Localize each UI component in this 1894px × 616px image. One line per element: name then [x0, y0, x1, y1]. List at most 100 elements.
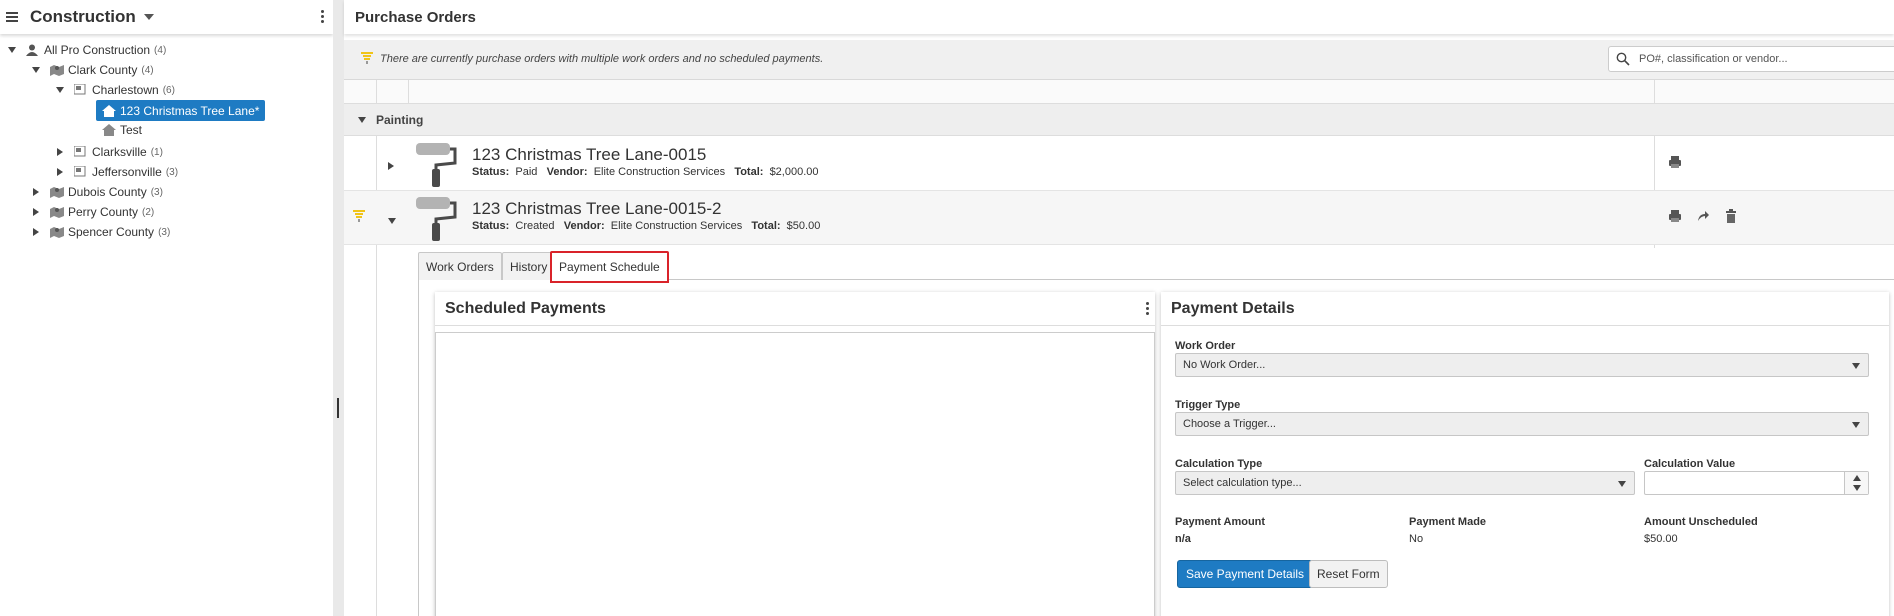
- tab-payment-schedule[interactable]: Payment Schedule: [550, 251, 669, 283]
- tree-node-jeffersonville[interactable]: Jeffersonville (3): [54, 162, 178, 182]
- total-label: Total:: [751, 220, 781, 232]
- tree-node-all-pro[interactable]: All Pro Construction (4): [6, 40, 166, 60]
- status-value: Created: [515, 220, 555, 232]
- payment-details-card: Payment Details Work Order No Work Order…: [1161, 292, 1889, 616]
- tree-node-charlestown[interactable]: Charlestown (6): [54, 80, 175, 100]
- select-value: Choose a Trigger...: [1183, 418, 1276, 430]
- collapse-toggle-icon[interactable]: [356, 116, 368, 123]
- sidebar-more-icon[interactable]: [321, 10, 325, 25]
- po-meta: Status: Paid Vendor: Elite Construction …: [472, 166, 819, 178]
- tree-node-label: Dubois County: [68, 185, 147, 199]
- tree-node-perry-county[interactable]: Perry County (2): [30, 202, 154, 222]
- card-title: Payment Details: [1171, 299, 1295, 317]
- number-spinner[interactable]: [1844, 472, 1868, 494]
- tab-panel: Scheduled Payments Payment Details Work …: [418, 280, 1894, 616]
- expand-toggle-icon[interactable]: [54, 148, 66, 156]
- expand-toggle-icon[interactable]: [30, 208, 42, 216]
- card-title: Scheduled Payments: [445, 299, 606, 317]
- house-icon: [102, 124, 116, 136]
- po-row[interactable]: 123 Christmas Tree Lane-0015 Status: Pai…: [344, 137, 1894, 191]
- collapse-row-icon[interactable]: [388, 213, 396, 227]
- splitter-grip-icon[interactable]: [337, 398, 339, 418]
- calculation-type-label: Calculation Type: [1175, 458, 1263, 470]
- search-box[interactable]: [1608, 46, 1894, 72]
- tree-node-label: Clarksville: [92, 145, 147, 159]
- reset-form-button[interactable]: Reset Form: [1309, 560, 1388, 588]
- payment-details-title: Payment Details: [1161, 292, 1889, 326]
- status-label: Status:: [472, 220, 510, 232]
- calculation-type-select[interactable]: Select calculation type...: [1175, 471, 1635, 495]
- scheduled-payments-title: Scheduled Payments: [435, 292, 1155, 326]
- collapse-toggle-icon[interactable]: [54, 87, 66, 93]
- collapse-toggle-icon[interactable]: [6, 47, 18, 53]
- payment-made-value: No: [1409, 533, 1424, 545]
- search-input[interactable]: [1639, 49, 1889, 69]
- lightbulb-icon: [352, 210, 366, 225]
- tree-node-label: Charlestown: [92, 83, 159, 97]
- tree-node-clarksville[interactable]: Clarksville (1): [54, 142, 163, 162]
- flag-icon: [73, 165, 88, 178]
- expand-toggle-icon[interactable]: [30, 188, 42, 196]
- collapse-toggle-icon[interactable]: [30, 67, 42, 73]
- tree-node-test[interactable]: Test: [102, 120, 142, 140]
- dropdown-caret-icon: [1852, 422, 1860, 428]
- grid-header: [344, 80, 1894, 104]
- sidebar-title[interactable]: Construction: [30, 7, 136, 27]
- tree-node-spencer-county[interactable]: Spencer County (3): [30, 222, 170, 242]
- po-row[interactable]: 123 Christmas Tree Lane-0015-2 Status: C…: [344, 191, 1894, 245]
- trash-icon[interactable]: [1724, 209, 1740, 225]
- more-options-icon[interactable]: [1146, 302, 1149, 317]
- print-icon[interactable]: [1668, 209, 1684, 225]
- tree-node-christmas-tree-lane[interactable]: 123 Christmas Tree Lane*: [96, 100, 266, 121]
- status-value: Paid: [515, 166, 538, 178]
- person-icon: [26, 44, 40, 56]
- vendor-value: Elite Construction Services: [610, 220, 743, 232]
- tab-bar: Work Orders History Payment Schedule: [418, 251, 1894, 283]
- notice-text: There are currently purchase orders with…: [380, 53, 824, 65]
- main-panel: Purchase Orders There are currently purc…: [344, 0, 1894, 616]
- lightbulb-icon: [360, 52, 374, 67]
- tree-node-count: (6): [162, 84, 175, 96]
- group-row-painting[interactable]: Painting: [344, 104, 1894, 136]
- page-title: Purchase Orders: [344, 0, 1894, 34]
- tree-node-label: 123 Christmas Tree Lane*: [120, 103, 260, 118]
- spin-up-icon[interactable]: [1853, 475, 1861, 481]
- expand-toggle-icon[interactable]: [30, 228, 42, 236]
- flag-icon: [73, 83, 88, 96]
- trigger-type-select[interactable]: Choose a Trigger...: [1175, 412, 1869, 436]
- po-meta: Status: Created Vendor: Elite Constructi…: [472, 220, 820, 232]
- po-name[interactable]: 123 Christmas Tree Lane-0015: [472, 145, 706, 165]
- share-icon[interactable]: [1696, 209, 1712, 225]
- tree-node-dubois-county[interactable]: Dubois County (3): [30, 182, 163, 202]
- caret-down-icon[interactable]: [143, 14, 154, 20]
- work-order-label: Work Order: [1175, 340, 1236, 352]
- tab-history[interactable]: History: [502, 252, 556, 280]
- tree-node-label: Jeffersonville: [92, 165, 162, 179]
- tree-node-label: Perry County: [68, 205, 139, 219]
- tree-node-count: (4): [154, 44, 167, 56]
- column-divider: [408, 80, 409, 104]
- paint-roller-icon: [416, 143, 458, 187]
- pane-splitter[interactable]: [333, 0, 344, 616]
- spin-down-icon[interactable]: [1853, 485, 1861, 491]
- expand-toggle-icon[interactable]: [54, 168, 66, 176]
- tree-node-label: Clark County: [68, 63, 138, 77]
- hamburger-menu-icon[interactable]: [6, 10, 18, 24]
- work-order-select[interactable]: No Work Order...: [1175, 353, 1869, 377]
- tree-node-count: (3): [165, 166, 179, 178]
- expand-row-icon[interactable]: [388, 159, 394, 173]
- scheduled-payments-list[interactable]: [435, 332, 1155, 616]
- row-actions: [1668, 209, 1740, 225]
- po-name[interactable]: 123 Christmas Tree Lane-0015-2: [472, 199, 721, 219]
- search-icon: [1616, 52, 1630, 69]
- house-icon: [102, 104, 116, 117]
- calculation-value-input[interactable]: [1644, 471, 1869, 495]
- tree-node-count: (1): [150, 146, 163, 158]
- tree-node-clark-county[interactable]: Clark County (4): [30, 60, 154, 80]
- notice-bar: There are currently purchase orders with…: [344, 40, 1894, 80]
- total-value: $50.00: [786, 220, 821, 232]
- save-payment-details-button[interactable]: Save Payment Details: [1177, 560, 1314, 588]
- tab-work-orders[interactable]: Work Orders: [418, 252, 502, 280]
- print-icon[interactable]: [1668, 155, 1684, 171]
- calculation-value-label: Calculation Value: [1644, 458, 1736, 470]
